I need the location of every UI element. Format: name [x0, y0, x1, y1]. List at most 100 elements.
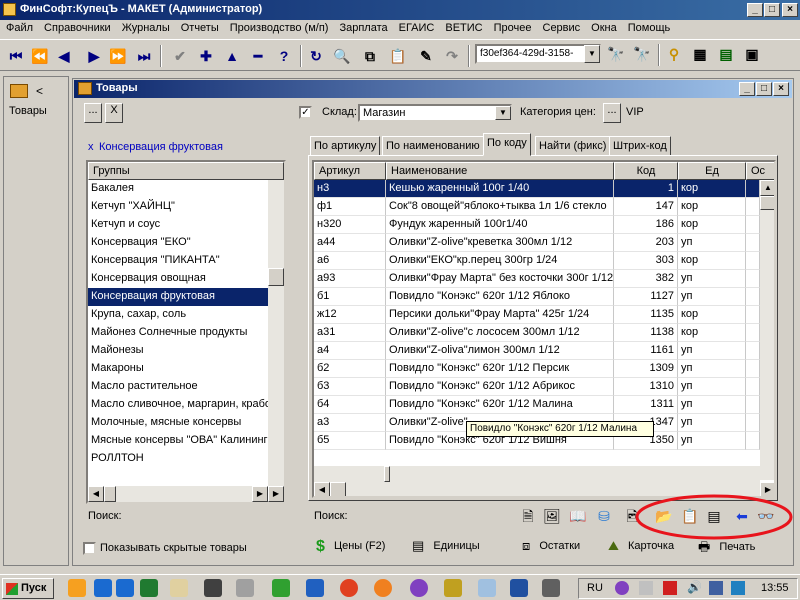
app-icon-3[interactable]	[140, 579, 158, 597]
col-unit[interactable]: Ед	[678, 162, 746, 180]
firefox-icon[interactable]	[374, 579, 392, 597]
groups-hscroll-thumb[interactable]	[104, 486, 116, 502]
product-row[interactable]: ф1 Сок"8 овощей"яблоко+тыква 1л 1/6 стекл…	[314, 198, 760, 216]
scroll-right-button[interactable]: ▶	[252, 486, 268, 502]
group-item[interactable]: Крупа, сахар, соль	[88, 306, 268, 324]
copy-icon[interactable]: ⧉	[360, 46, 380, 66]
app-icon-2[interactable]	[116, 579, 134, 597]
rewind-icon[interactable]: ⏪	[30, 46, 50, 66]
col-article[interactable]: Артикул	[314, 162, 386, 180]
tab-by-name[interactable]: По наименованию	[382, 136, 484, 156]
col-code[interactable]: Код	[614, 162, 678, 180]
price-category-button[interactable]: ...	[603, 103, 621, 123]
group-item[interactable]: Масло сливочное, маргарин, крабовые пало…	[88, 396, 268, 414]
groups-header[interactable]: Группы	[88, 162, 284, 180]
product-row[interactable]: а31 Оливки"Z-olive"с лососем 300мл 1/12 11…	[314, 324, 760, 342]
menu-reports[interactable]: Отчеты	[175, 20, 224, 34]
windows-icon[interactable]: ▣	[742, 44, 762, 64]
tab-barcode[interactable]: Штрих-код	[609, 136, 671, 156]
app-icon-1[interactable]	[94, 579, 112, 597]
print-button[interactable]: 🖶 Печать	[698, 538, 755, 560]
first-record-icon[interactable]: ⏮	[6, 46, 26, 66]
language-indicator[interactable]: RU	[587, 582, 603, 594]
groups-scroll-thumb[interactable]	[268, 268, 284, 286]
prices-button[interactable]: $ Цены (F2)	[316, 538, 385, 560]
security-tray-icon[interactable]	[731, 581, 745, 595]
group-item[interactable]: Консервация "ПИКАНТА"	[88, 252, 268, 270]
group-clear-button[interactable]: X	[105, 103, 123, 123]
product-row[interactable]: б4 Повидло "Конэкс" 620г 1/12 Малина 1311 у…	[314, 396, 760, 414]
refresh-icon[interactable]: ↻	[306, 46, 326, 66]
back-arrow[interactable]: <	[36, 84, 43, 98]
fast-forward-icon[interactable]: ⏩	[108, 46, 128, 66]
scroll-left-button[interactable]: ◀	[88, 486, 104, 502]
window-minimize-button[interactable]: _	[739, 82, 755, 96]
paste-icon[interactable]: 📋	[388, 46, 408, 66]
warehouse-dropdown-button[interactable]: ▼	[495, 106, 511, 120]
tab-find-fixed[interactable]: Найти (фикс)	[535, 136, 611, 156]
group-item[interactable]: Консервация фруктовая	[88, 288, 268, 306]
card-button[interactable]: ⛰ Карточка	[608, 538, 674, 560]
products-hscroll-thumb[interactable]	[384, 466, 390, 482]
guid-dropdown-button[interactable]: ▼	[584, 45, 600, 63]
app-icon-7[interactable]	[444, 579, 462, 597]
group-item[interactable]: Мясные консервы "ОВА" Калининград	[88, 432, 268, 450]
archiver-icon[interactable]	[204, 579, 222, 597]
stock-button[interactable]: ⧈ Остатки	[522, 538, 580, 560]
redo-icon[interactable]: ↷	[442, 46, 462, 66]
group-item[interactable]: Майонез Солнечные продукты	[88, 324, 268, 342]
nav-item-goods[interactable]: Товары	[9, 105, 47, 117]
product-row[interactable]: а4 Оливки"Z-oliva"лимон 300мл 1/12 1161 уп	[314, 342, 760, 360]
menu-salary[interactable]: Зарплата	[333, 20, 392, 34]
products-grid[interactable]: Артикул Наименование Код Ед Ос н3 Кешью ж…	[312, 160, 776, 498]
close-button[interactable]: ×	[782, 3, 798, 17]
app-icon-5[interactable]	[272, 579, 290, 597]
viber-tray-icon[interactable]	[615, 581, 629, 595]
product-row[interactable]: а44 Оливки"Z-olive"креветка 300мл 1/12 203…	[314, 234, 760, 252]
network-icon[interactable]	[709, 581, 723, 595]
menu-service[interactable]: Сервис	[537, 20, 586, 34]
app-icon-9[interactable]	[542, 579, 560, 597]
warehouse-checkbox[interactable]: ✓	[299, 106, 312, 119]
group-item[interactable]: Бакалея	[88, 180, 268, 198]
chrome-icon[interactable]	[340, 579, 358, 597]
product-row[interactable]: а93 Оливки"Фрау Марта" без косточки 300г …	[314, 270, 760, 288]
product-row[interactable]: н320 Фундук жаренный 100г1/40 186 кор	[314, 216, 760, 234]
minimize-button[interactable]: _	[747, 3, 763, 17]
product-row[interactable]: б3 Повидло "Конэкс" 620г 1/12 Абрикос 1310…	[314, 378, 760, 396]
menu-help[interactable]: Помощь	[622, 20, 676, 34]
show-hidden-checkbox[interactable]	[83, 542, 96, 555]
pdf-icon[interactable]	[170, 579, 188, 597]
maximize-button[interactable]: □	[764, 3, 780, 17]
group-item[interactable]: Майонезы	[88, 342, 268, 360]
products-scroll-thumb[interactable]	[760, 196, 774, 210]
group-item[interactable]: Молочные, мясные консервы	[88, 414, 268, 432]
viber-icon[interactable]	[410, 579, 428, 597]
record-guid-field[interactable]: f30ef364-429d-3158-	[475, 44, 601, 64]
add-icon[interactable]: ✚	[196, 46, 216, 66]
group-item[interactable]: РОЛЛТОН	[88, 450, 268, 468]
menu-other[interactable]: Прочее	[488, 20, 537, 34]
group-item[interactable]: Кетчуп и соус	[88, 216, 268, 234]
tab-by-article[interactable]: По артикулу	[310, 136, 381, 156]
tab-by-code[interactable]: По коду	[483, 133, 531, 156]
binoculars-add-icon[interactable]: 🔭	[606, 44, 626, 64]
product-row[interactable]: б1 Повидло "Конэкс" 620г 1/12 Яблоко 1127 у…	[314, 288, 760, 306]
tray-icon[interactable]	[639, 581, 653, 595]
binoculars-icon[interactable]: 🔭	[632, 44, 652, 64]
media-icon[interactable]	[68, 579, 86, 597]
menu-directories[interactable]: Справочники	[38, 20, 116, 34]
filter-clear-marker[interactable]: x	[88, 141, 94, 153]
help-icon[interactable]: ?	[274, 46, 294, 66]
group-item[interactable]: Консервация овощная	[88, 270, 268, 288]
flag-tray-icon[interactable]	[663, 581, 677, 595]
app-icon-8[interactable]	[510, 579, 528, 597]
image-icon[interactable]: 🖼	[542, 506, 562, 526]
volume-icon[interactable]: 🔊	[687, 580, 702, 594]
delete-icon[interactable]: ━	[248, 46, 268, 66]
book-icon[interactable]: 📖	[568, 506, 588, 526]
filter-icon[interactable]: ⚲	[664, 44, 684, 64]
product-row[interactable]: н3 Кешью жаренный 100г 1/40 1 кор	[314, 180, 760, 198]
calculator-icon[interactable]: ▦	[690, 44, 710, 64]
groups-hscroll[interactable]: ◀ ▶ ▶	[88, 486, 284, 502]
